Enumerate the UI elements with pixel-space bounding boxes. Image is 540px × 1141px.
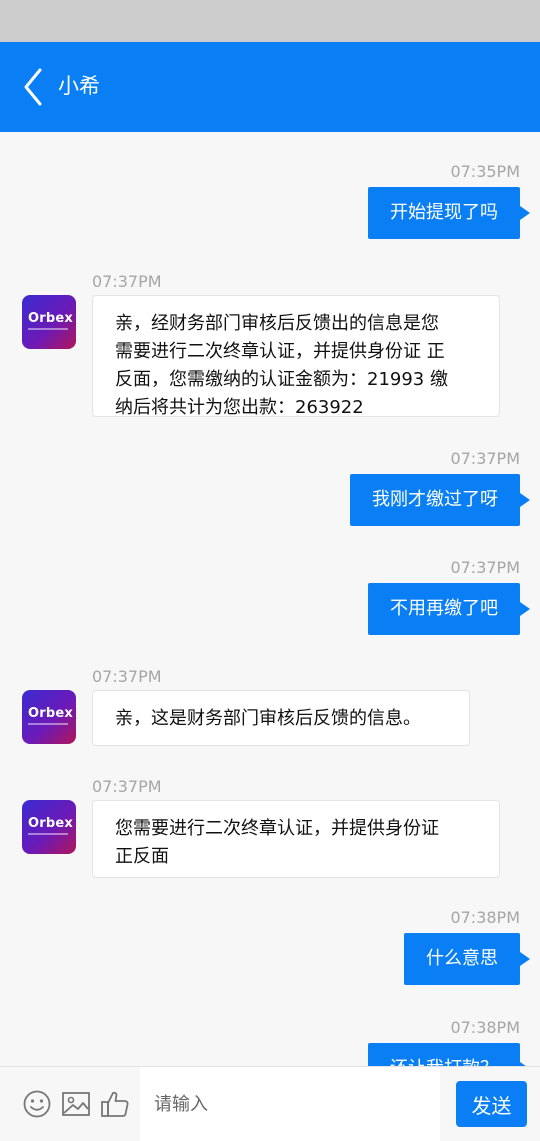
thumbs-up-icon[interactable]	[100, 1089, 130, 1119]
page-title: 小希	[58, 74, 100, 98]
message-bubble[interactable]: 亲，这是财务部门审核后反馈的信息。	[92, 690, 470, 746]
message-bubble[interactable]: 您需要进行二次终章认证，并提供身份证 正反面	[92, 800, 500, 878]
message-time: 07:37PM	[92, 777, 162, 796]
message-time: 07:37PM	[450, 558, 520, 577]
image-icon[interactable]	[61, 1089, 91, 1119]
message-bubble[interactable]: 什么意思	[404, 933, 530, 985]
contact-avatar[interactable]: Orbex	[22, 690, 76, 744]
message-line: 需要进行二次终章认证，并提供身份证 正	[115, 341, 445, 362]
message-bubble[interactable]: 还让我打款？	[368, 1043, 530, 1066]
avatar-logo-underline	[28, 833, 68, 835]
chat-message-list[interactable]: 07:35PM 开始提现了吗 07:37PM Orbex 亲，经财务部门审核后反…	[0, 132, 540, 1066]
message-input[interactable]	[140, 1067, 440, 1141]
contact-avatar[interactable]: Orbex	[22, 800, 76, 854]
message-time: 07:38PM	[450, 908, 520, 927]
send-button[interactable]: 发送	[456, 1081, 527, 1127]
message-bubble[interactable]: 开始提现了吗	[368, 187, 530, 239]
header-bar: 小希	[0, 42, 540, 132]
message-time: 07:37PM	[450, 449, 520, 468]
message-line: 亲，这是财务部门审核后反馈的信息。	[115, 708, 421, 729]
message-line: 正反面	[115, 846, 169, 867]
avatar-logo-underline	[28, 328, 68, 330]
message-line: 纳后将共计为您出款：263922	[115, 397, 364, 418]
message-time: 07:37PM	[92, 272, 162, 291]
message-bubble[interactable]: 亲，经财务部门审核后反馈出的信息是您 需要进行二次终章认证，并提供身份证 正 反…	[92, 295, 500, 418]
message-line: 您需要进行二次终章认证，并提供身份证	[115, 818, 439, 839]
contact-avatar[interactable]: Orbex	[22, 295, 76, 349]
avatar-logo-text: Orbex	[28, 706, 73, 721]
message-line: 亲，经财务部门审核后反馈出的信息是您	[115, 313, 439, 334]
status-bar	[0, 0, 540, 42]
message-time: 07:37PM	[92, 667, 162, 686]
message-time: 07:38PM	[450, 1018, 520, 1037]
back-icon[interactable]	[20, 66, 50, 108]
avatar-logo-text: Orbex	[28, 816, 73, 831]
emoji-icon[interactable]	[22, 1089, 52, 1119]
message-bubble[interactable]: 不用再缴了吧	[368, 583, 530, 635]
message-bubble[interactable]: 我刚才缴过了呀	[350, 474, 530, 526]
avatar-logo-text: Orbex	[28, 311, 73, 326]
avatar-logo-underline	[28, 723, 68, 725]
message-input-bar: 发送	[0, 1066, 540, 1141]
message-time: 07:35PM	[450, 162, 520, 181]
message-line: 反面，您需缴纳的认证金额为：21993 缴	[115, 369, 448, 390]
